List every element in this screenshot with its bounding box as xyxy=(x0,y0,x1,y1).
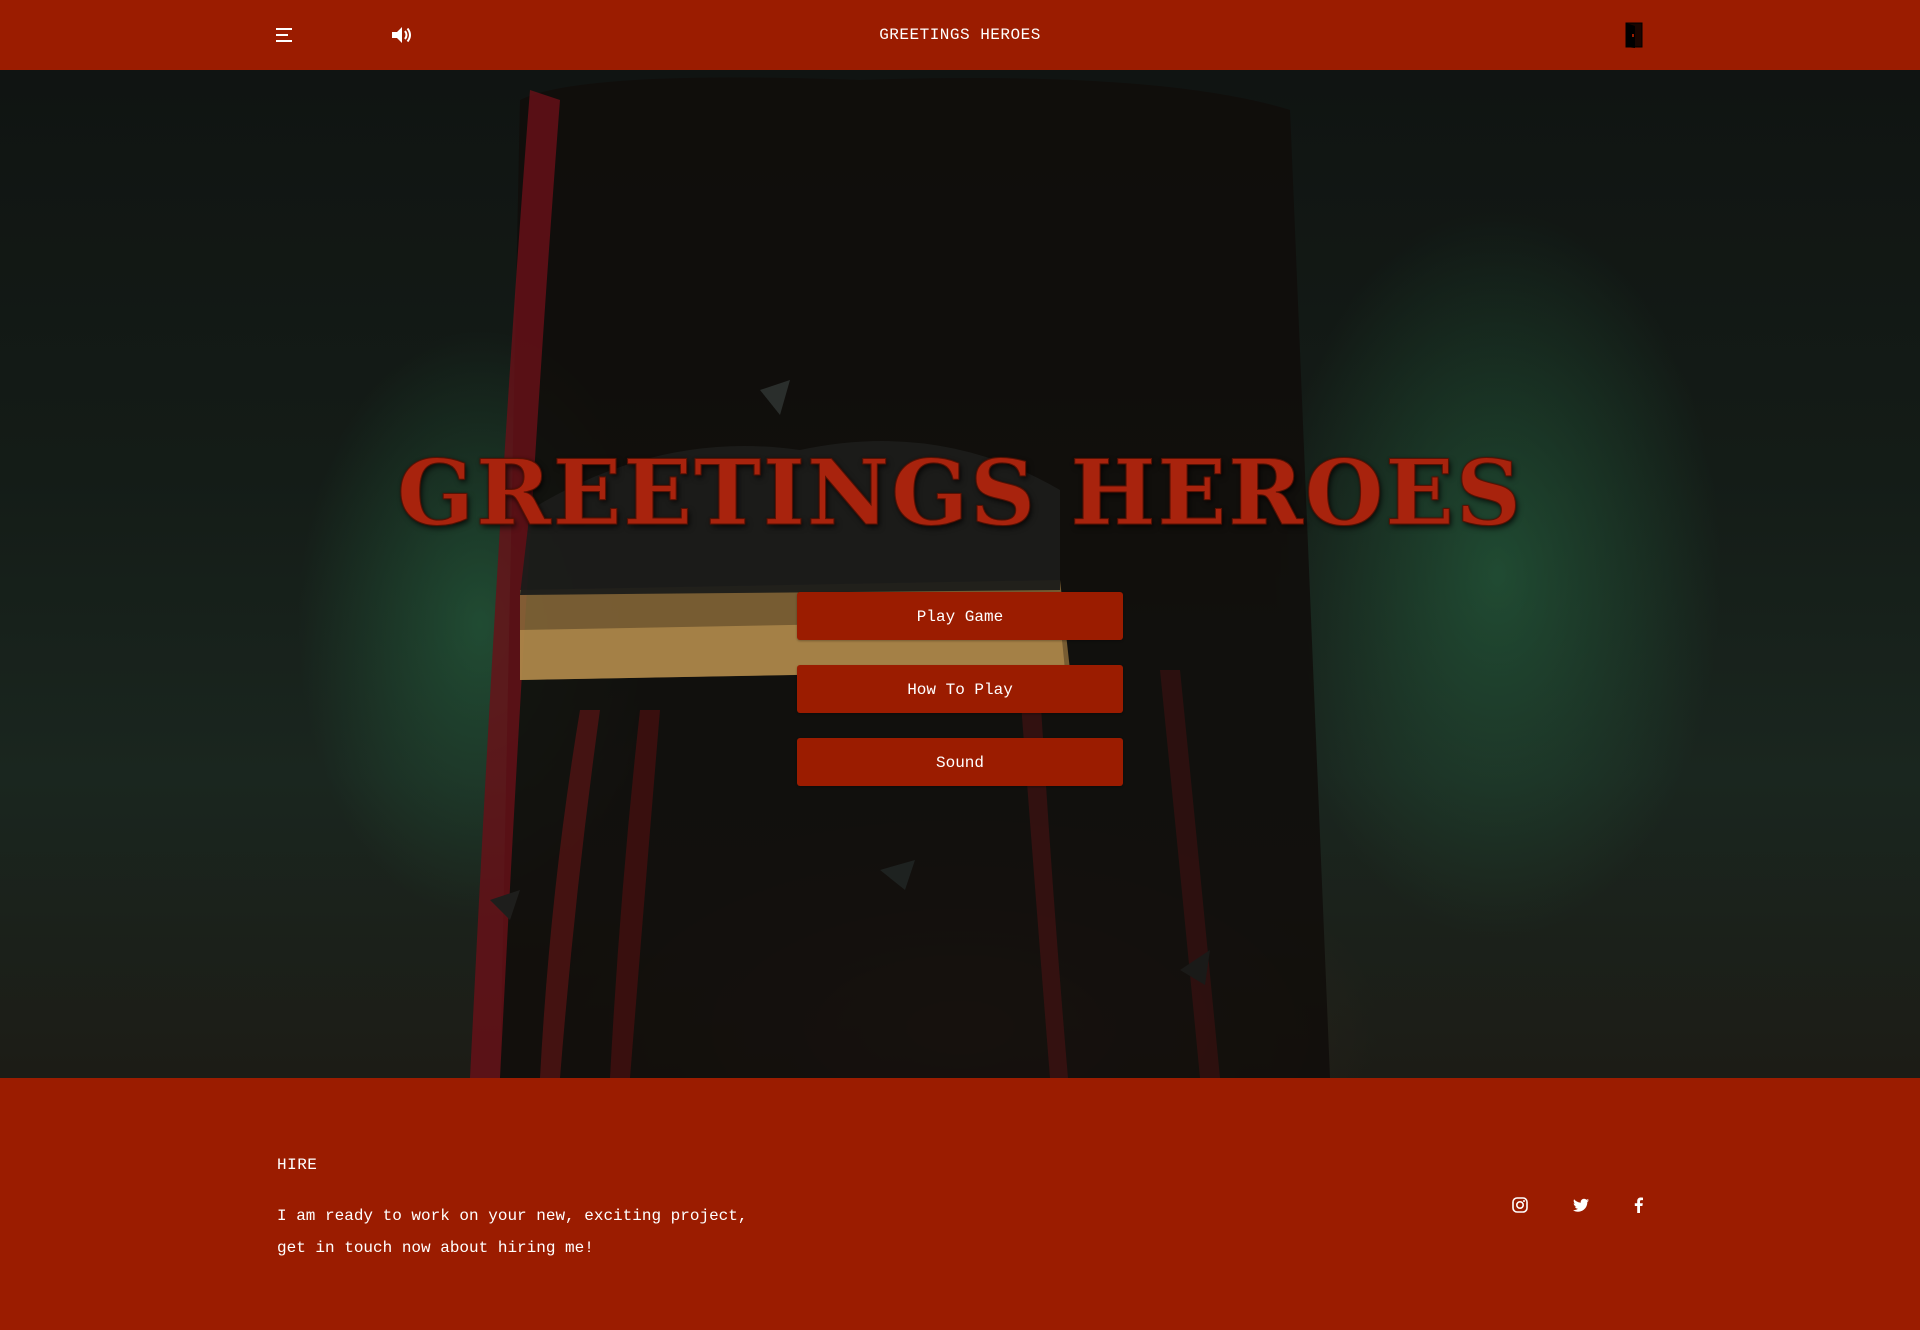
instagram-icon[interactable] xyxy=(1511,1196,1529,1214)
game-title: GREETINGS HEROES xyxy=(397,440,1523,547)
footer: HIRE I am ready to work on your new, exc… xyxy=(0,1078,1920,1330)
footer-heading: HIRE xyxy=(277,1156,318,1174)
main-menu: Play Game How To Play Sound xyxy=(797,592,1123,811)
twitter-icon[interactable] xyxy=(1572,1196,1590,1214)
footer-text-line: I am ready to work on your new, exciting… xyxy=(277,1207,748,1225)
sound-button[interactable]: Sound xyxy=(797,738,1123,786)
hero-section: GREETINGS HEROES Play Game How To Play S… xyxy=(0,70,1920,1078)
exit-door-icon[interactable] xyxy=(1623,21,1645,49)
top-bar: GREETINGS HEROES xyxy=(0,0,1920,70)
footer-text: I am ready to work on your new, exciting… xyxy=(277,1200,797,1264)
how-to-play-button[interactable]: How To Play xyxy=(797,665,1123,713)
hero-background-art xyxy=(470,77,1330,1078)
footer-text-line: get in touch now about hiring me! xyxy=(277,1239,594,1257)
play-game-button[interactable]: Play Game xyxy=(797,592,1123,640)
facebook-icon[interactable] xyxy=(1630,1196,1648,1214)
